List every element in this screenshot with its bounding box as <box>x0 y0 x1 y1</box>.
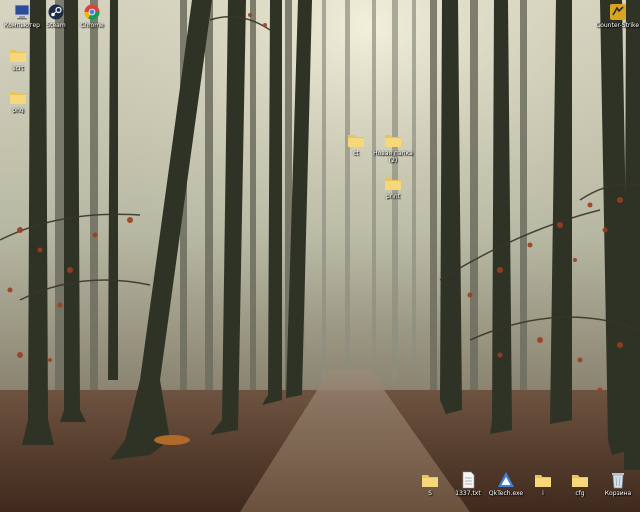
desktop-icon-label: scrt <box>12 65 24 72</box>
desktop-icon-folder[interactable]: scrt <box>0 46 40 72</box>
folder-icon <box>533 471 553 489</box>
chrome-icon <box>82 3 102 21</box>
text-file-icon <box>458 471 478 489</box>
desktop-icon-label: Chrome <box>80 22 104 29</box>
folder-icon <box>8 88 28 106</box>
steam-icon <box>46 3 66 21</box>
app-icon <box>496 471 516 489</box>
wallpaper-image <box>0 0 640 512</box>
recycle-bin-icon <box>608 471 628 489</box>
folder-icon <box>8 46 28 64</box>
desktop[interactable]: Компьютер Steam Chrome Counter-Strike Gl… <box>0 0 640 512</box>
folder-icon <box>383 174 403 192</box>
desktop-icon-folder[interactable]: print <box>371 174 415 200</box>
folder-icon <box>570 471 590 489</box>
desktop-icon-recycle-bin[interactable]: Корзина <box>596 471 640 497</box>
folder-icon <box>346 131 366 149</box>
folder-icon <box>420 471 440 489</box>
game-icon <box>608 3 628 21</box>
desktop-icon-folder[interactable]: png <box>0 88 40 114</box>
desktop-icon-label: print <box>385 193 401 200</box>
desktop-icon-chrome[interactable]: Chrome <box>70 3 114 29</box>
desktop-icon-label: Counter-Strike Global Offe... <box>596 22 640 29</box>
computer-icon <box>12 3 32 21</box>
desktop-icon-label: Новая папка (2) <box>373 150 413 164</box>
desktop-icon-game[interactable]: Counter-Strike Global Offe... <box>596 3 640 29</box>
desktop-icon-label: Корзина <box>604 490 632 497</box>
folder-icon <box>383 131 403 149</box>
desktop-icon-folder[interactable]: Новая папка (2) <box>371 131 415 164</box>
desktop-icon-label: png <box>12 107 24 114</box>
